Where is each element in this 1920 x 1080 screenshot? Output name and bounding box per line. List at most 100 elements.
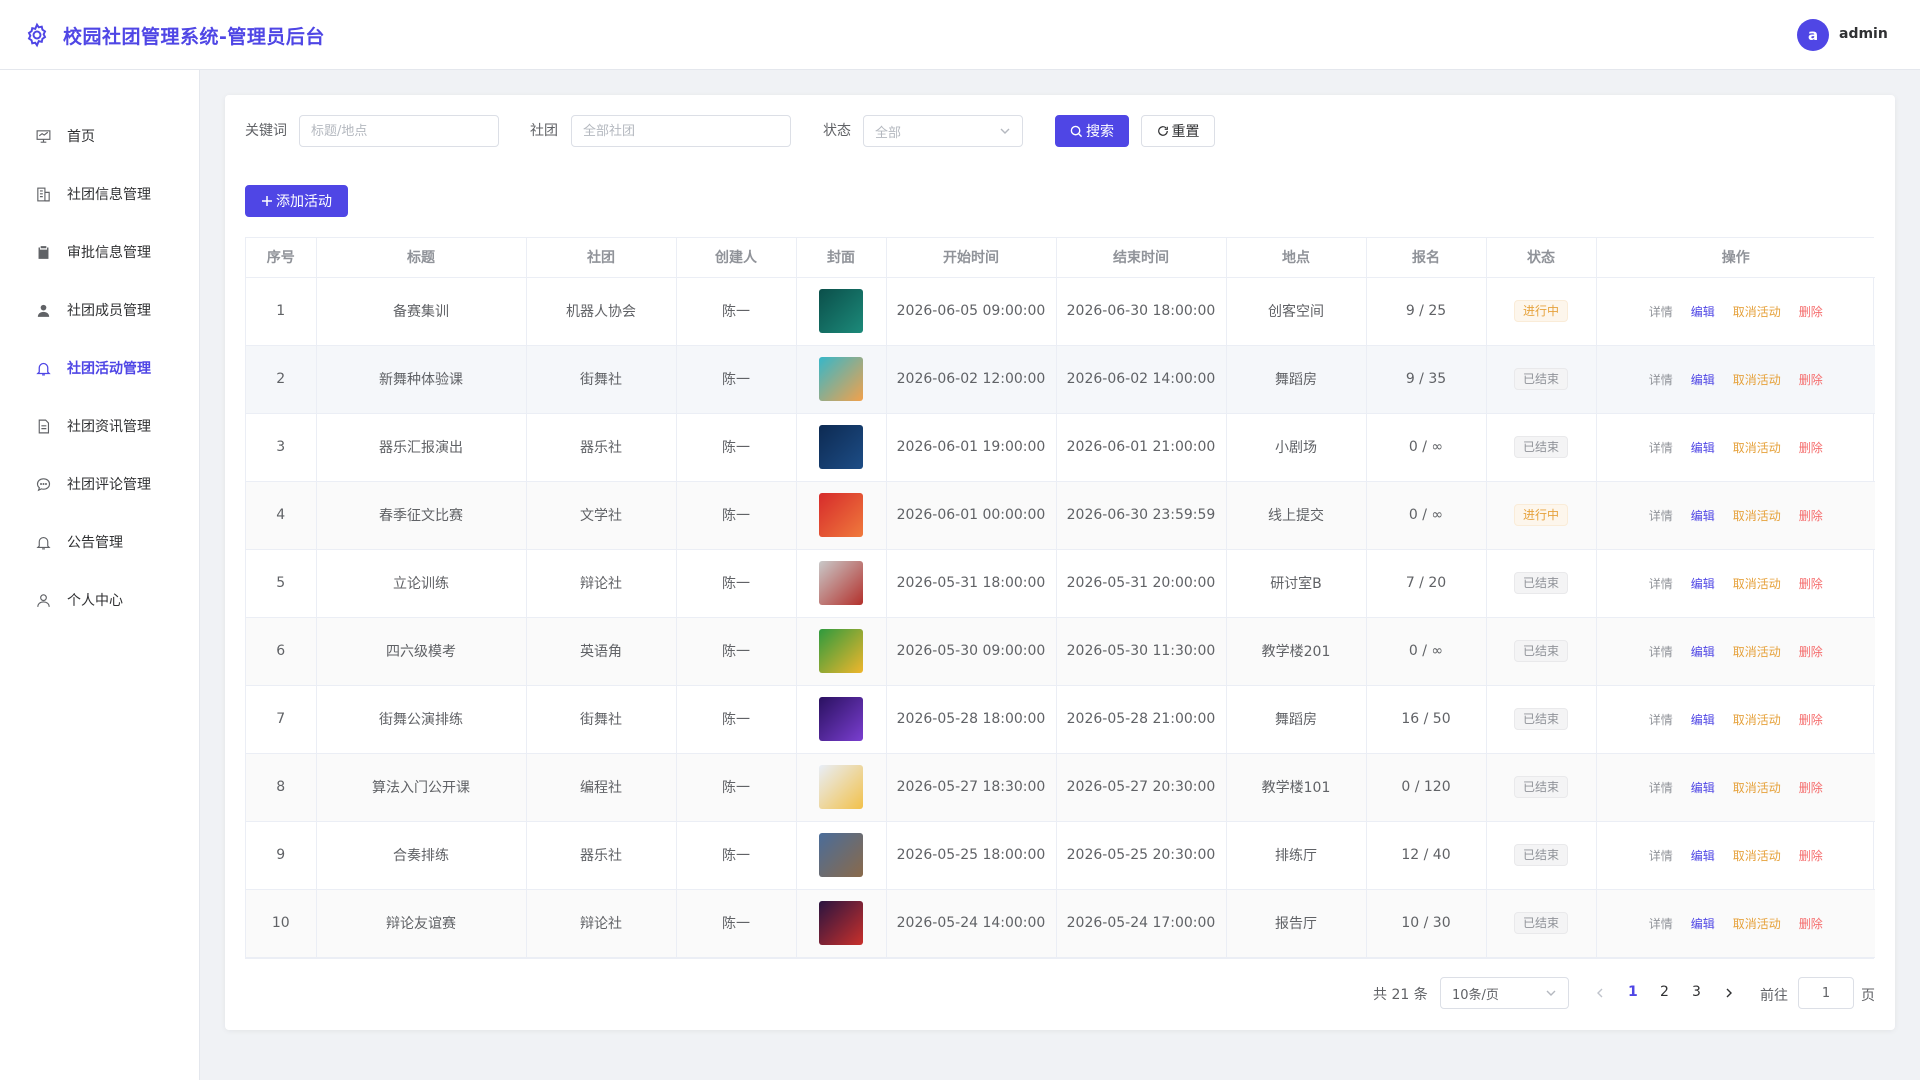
table-row: 9 合奏排练 器乐社 陈一 2026-05-25 18:00:00 2026-05-25 … — [246, 821, 1875, 890]
table-row: 4 春季征文比赛 文学社 陈一 2026-06-01 00:00:00 2026-06-3… — [246, 481, 1875, 550]
sidebar-item-comments[interactable]: 社团评论管理 — [0, 464, 199, 504]
delete-button[interactable]: 删除 — [1799, 507, 1823, 524]
cover-image[interactable] — [819, 901, 863, 945]
page-size-select[interactable]: 10条/页 — [1440, 977, 1569, 1009]
cancel-activity-button[interactable]: 取消活动 — [1733, 439, 1781, 456]
username[interactable]: admin — [1839, 26, 1888, 42]
cover-image[interactable] — [819, 833, 863, 877]
cover-image[interactable] — [819, 765, 863, 809]
cancel-activity-button[interactable]: 取消活动 — [1733, 507, 1781, 524]
cancel-activity-button[interactable]: 取消活动 — [1733, 303, 1781, 320]
status-select[interactable]: 全部 — [863, 115, 1023, 147]
cancel-activity-button[interactable]: 取消活动 — [1733, 779, 1781, 796]
sidebar-item-home[interactable]: 首页 — [0, 116, 199, 156]
cell-title: 立论训练 — [316, 549, 527, 618]
delete-button[interactable]: 删除 — [1799, 643, 1823, 660]
detail-button[interactable]: 详情 — [1649, 575, 1673, 592]
sidebar-item-news[interactable]: 社团资讯管理 — [0, 406, 199, 446]
keyword-label: 关键词 — [245, 123, 287, 139]
cell-cover — [796, 685, 887, 754]
detail-button[interactable]: 详情 — [1649, 915, 1673, 932]
detail-button[interactable]: 详情 — [1649, 303, 1673, 320]
search-button-label: 搜索 — [1086, 124, 1114, 140]
cell-end: 2026-05-27 20:30:00 — [1056, 753, 1227, 822]
edit-button[interactable]: 编辑 — [1691, 643, 1715, 660]
edit-button[interactable]: 编辑 — [1691, 575, 1715, 592]
delete-button[interactable]: 删除 — [1799, 439, 1823, 456]
cell-creator: 陈一 — [676, 685, 797, 754]
detail-button[interactable]: 详情 — [1649, 779, 1673, 796]
gear-icon — [27, 22, 47, 48]
cell-end: 2026-06-02 14:00:00 — [1056, 345, 1227, 414]
avatar[interactable]: a — [1797, 19, 1829, 51]
edit-button[interactable]: 编辑 — [1691, 507, 1715, 524]
detail-button[interactable]: 详情 — [1649, 643, 1673, 660]
delete-button[interactable]: 删除 — [1799, 711, 1823, 728]
cell-club: 机器人协会 — [526, 277, 677, 346]
header-end: 结束时间 — [1056, 238, 1227, 278]
jump-page-input[interactable] — [1798, 977, 1854, 1009]
cell-end: 2026-06-30 23:59:59 — [1056, 481, 1227, 550]
page-number-3[interactable]: 3 — [1692, 984, 1701, 1000]
search-icon — [1070, 125, 1083, 137]
prev-page-icon[interactable] — [1594, 987, 1606, 999]
edit-button[interactable]: 编辑 — [1691, 371, 1715, 388]
add-activity-label: 添加活动 — [276, 194, 332, 210]
cell-end: 2026-05-25 20:30:00 — [1056, 821, 1227, 890]
keyword-input[interactable] — [299, 115, 499, 147]
cancel-activity-button[interactable]: 取消活动 — [1733, 711, 1781, 728]
cover-image[interactable] — [819, 357, 863, 401]
add-activity-button[interactable]: 添加活动 — [245, 185, 348, 217]
delete-button[interactable]: 删除 — [1799, 847, 1823, 864]
edit-button[interactable]: 编辑 — [1691, 711, 1715, 728]
cover-image[interactable] — [819, 493, 863, 537]
cell-status: 已结束 — [1486, 685, 1597, 754]
delete-button[interactable]: 删除 — [1799, 575, 1823, 592]
cell-cover — [796, 413, 887, 482]
cancel-activity-button[interactable]: 取消活动 — [1733, 915, 1781, 932]
detail-button[interactable]: 详情 — [1649, 711, 1673, 728]
club-select[interactable] — [571, 115, 791, 147]
edit-button[interactable]: 编辑 — [1691, 915, 1715, 932]
detail-button[interactable]: 详情 — [1649, 371, 1673, 388]
sidebar-item-activities[interactable]: 社团活动管理 — [0, 348, 199, 388]
sidebar-item-profile[interactable]: 个人中心 — [0, 580, 199, 620]
cancel-activity-button[interactable]: 取消活动 — [1733, 371, 1781, 388]
delete-button[interactable]: 删除 — [1799, 371, 1823, 388]
cover-image[interactable] — [819, 289, 863, 333]
cover-image[interactable] — [819, 629, 863, 673]
detail-button[interactable]: 详情 — [1649, 439, 1673, 456]
delete-button[interactable]: 删除 — [1799, 915, 1823, 932]
cover-image[interactable] — [819, 561, 863, 605]
detail-button[interactable]: 详情 — [1649, 847, 1673, 864]
cell-no: 2 — [246, 345, 317, 414]
search-button[interactable]: 搜索 — [1055, 115, 1129, 147]
page-number-1[interactable]: 1 — [1628, 984, 1638, 1000]
cell-status: 进行中 — [1486, 277, 1597, 346]
next-page-icon[interactable] — [1723, 987, 1735, 999]
cell-signup: 7 / 20 — [1366, 549, 1487, 618]
cover-image[interactable] — [819, 697, 863, 741]
header-actions: 操作 — [1596, 238, 1875, 278]
delete-button[interactable]: 删除 — [1799, 779, 1823, 796]
cancel-activity-button[interactable]: 取消活动 — [1733, 643, 1781, 660]
sidebar-item-announcements[interactable]: 公告管理 — [0, 522, 199, 562]
reset-button[interactable]: 重置 — [1141, 115, 1215, 147]
cell-end: 2026-05-24 17:00:00 — [1056, 889, 1227, 958]
cell-cover — [796, 277, 887, 346]
cancel-activity-button[interactable]: 取消活动 — [1733, 575, 1781, 592]
cancel-activity-button[interactable]: 取消活动 — [1733, 847, 1781, 864]
page-number-2[interactable]: 2 — [1660, 984, 1669, 1000]
detail-button[interactable]: 详情 — [1649, 507, 1673, 524]
edit-button[interactable]: 编辑 — [1691, 779, 1715, 796]
sidebar-item-approval[interactable]: 审批信息管理 — [0, 232, 199, 272]
edit-button[interactable]: 编辑 — [1691, 303, 1715, 320]
delete-button[interactable]: 删除 — [1799, 303, 1823, 320]
edit-button[interactable]: 编辑 — [1691, 847, 1715, 864]
cover-image[interactable] — [819, 425, 863, 469]
cell-title: 辩论友谊赛 — [316, 889, 527, 958]
sidebar-item-club-info[interactable]: 社团信息管理 — [0, 174, 199, 214]
cell-club: 辩论社 — [526, 889, 677, 958]
sidebar-item-members[interactable]: 社团成员管理 — [0, 290, 199, 330]
edit-button[interactable]: 编辑 — [1691, 439, 1715, 456]
